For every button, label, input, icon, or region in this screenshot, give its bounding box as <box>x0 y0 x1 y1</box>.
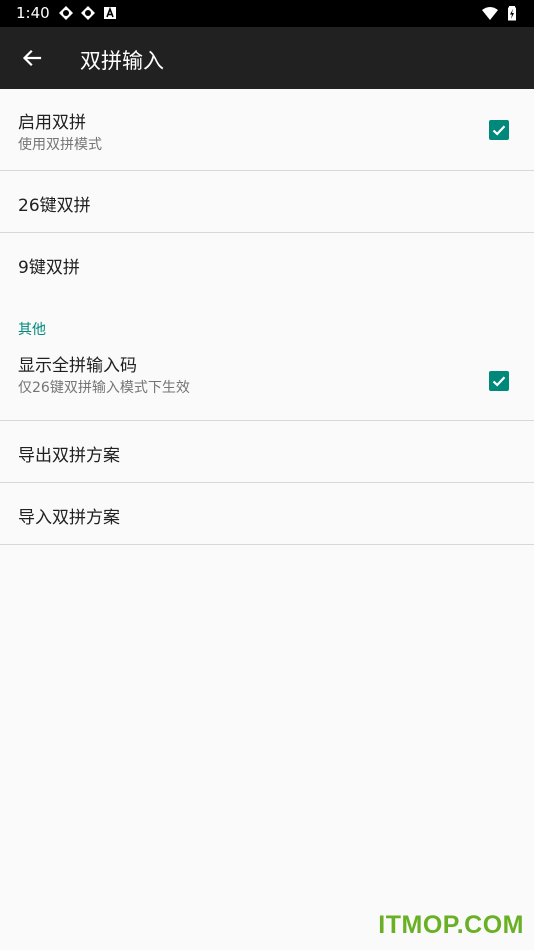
status-bar: 1:40 <box>0 0 534 27</box>
a-notification-icon <box>104 6 116 19</box>
pref-9key-shuangpin-title: 9键双拼 <box>18 258 80 278</box>
section-header-other: 其他 <box>0 294 534 340</box>
show-full-pinyin-checkbox[interactable] <box>489 371 509 391</box>
pref-enable-shuangpin-title: 启用双拼 <box>18 113 86 133</box>
back-button[interactable] <box>10 36 54 80</box>
settings-notification-icon <box>81 6 95 20</box>
status-system-icons <box>482 5 520 21</box>
enable-shuangpin-checkbox[interactable] <box>489 119 509 140</box>
status-time: 1:40 <box>16 4 50 22</box>
settings-notification-icon <box>59 6 73 20</box>
battery-charging-icon <box>508 6 516 21</box>
status-notification-icons <box>58 5 118 21</box>
watermark-logo: ITMOP.COM <box>378 911 524 939</box>
app-toolbar: 双拼输入 <box>0 27 534 89</box>
pref-enable-shuangpin[interactable]: 启用双拼 使用双拼模式 <box>0 89 534 171</box>
pref-show-full-pinyin[interactable]: 显示全拼输入码 仅26键双拼输入模式下生效 <box>0 340 534 421</box>
section-header-other-label: 其他 <box>18 322 46 338</box>
pref-enable-shuangpin-summary: 使用双拼模式 <box>18 137 102 153</box>
check-icon <box>492 376 506 387</box>
pref-import-scheme-title: 导入双拼方案 <box>18 508 120 528</box>
pref-9key-shuangpin[interactable]: 9键双拼 <box>0 233 534 294</box>
pref-export-scheme-title: 导出双拼方案 <box>18 446 120 466</box>
pref-export-scheme[interactable]: 导出双拼方案 <box>0 421 534 483</box>
pref-show-full-pinyin-title: 显示全拼输入码 <box>18 356 137 376</box>
wifi-icon <box>482 7 498 20</box>
pref-26key-shuangpin-title: 26键双拼 <box>18 196 91 216</box>
pref-import-scheme[interactable]: 导入双拼方案 <box>0 483 534 545</box>
check-icon <box>492 124 506 136</box>
pref-show-full-pinyin-summary: 仅26键双拼输入模式下生效 <box>18 380 190 396</box>
arrow-back-icon <box>22 49 42 67</box>
preference-list: 启用双拼 使用双拼模式 26键双拼 9键双拼 其他 显示全拼输入码 仅26键双拼… <box>0 89 534 545</box>
page-title: 双拼输入 <box>80 49 164 73</box>
pref-26key-shuangpin[interactable]: 26键双拼 <box>0 171 534 233</box>
